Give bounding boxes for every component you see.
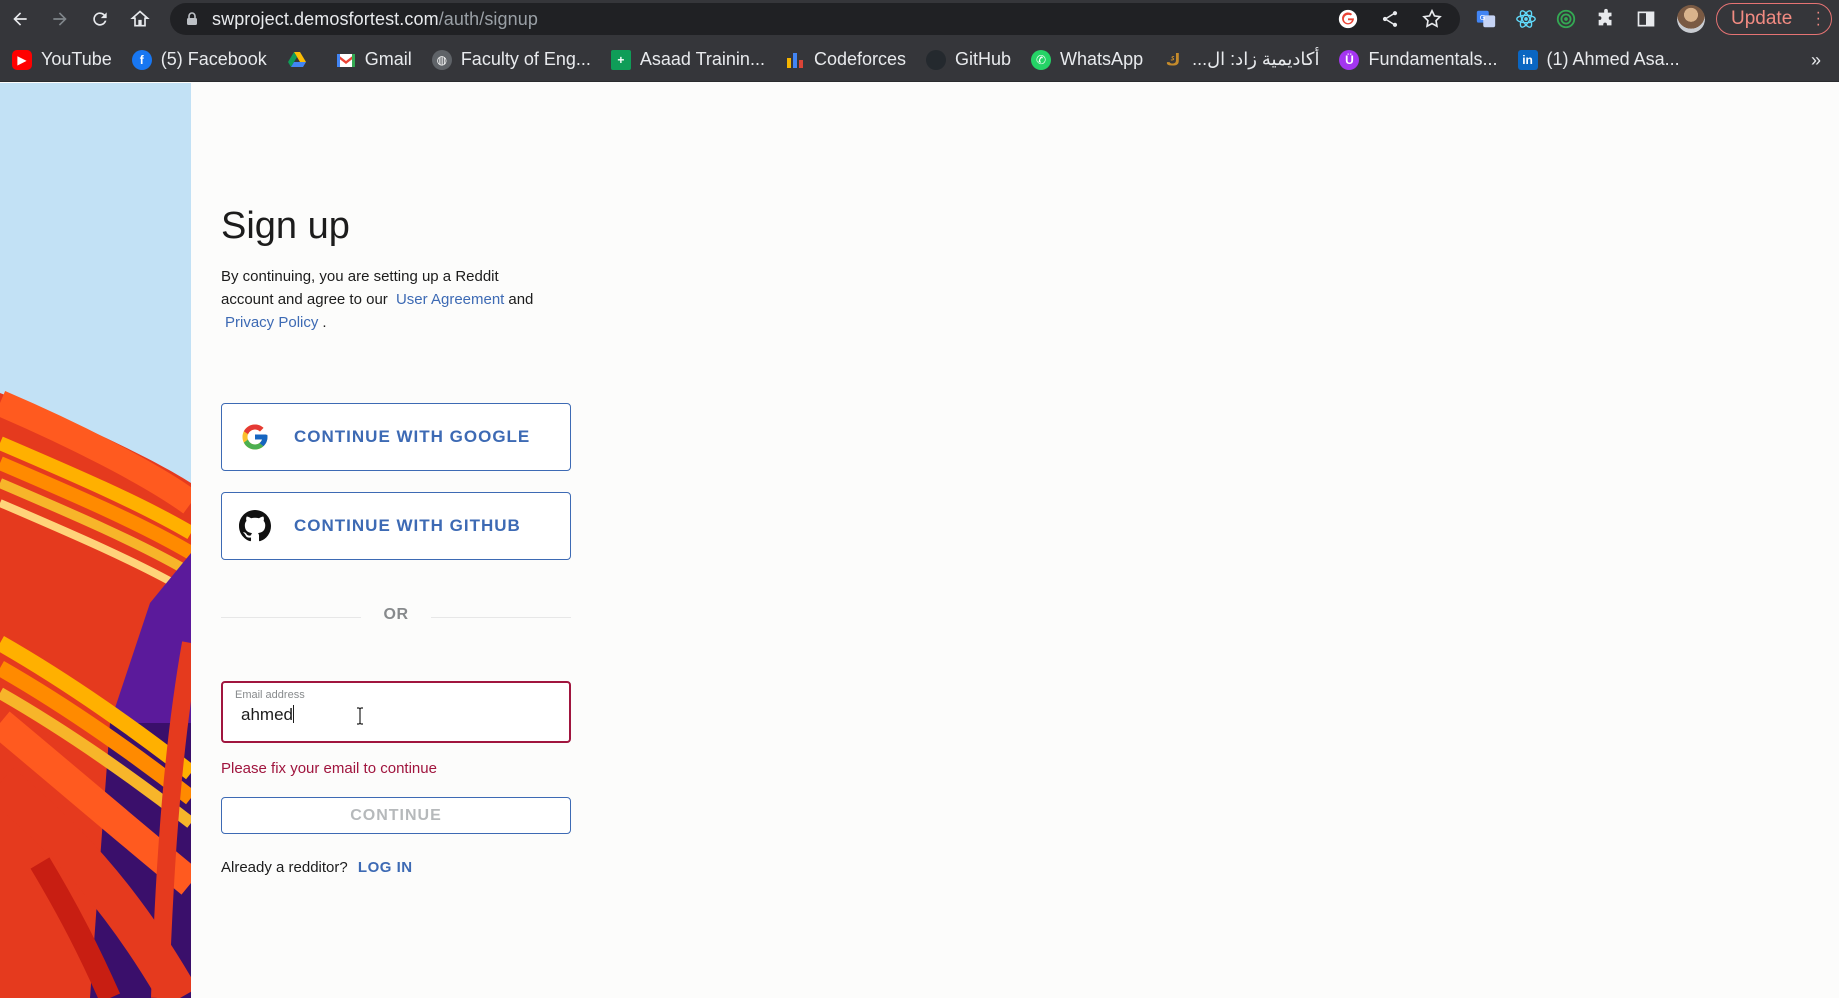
target-extension-icon[interactable] <box>1552 5 1580 33</box>
email-input-value: ahmed <box>241 705 293 724</box>
whatsapp-icon: ✆ <box>1031 49 1052 70</box>
email-field[interactable]: Email address ahmed <box>221 681 571 743</box>
youtube-icon: ▶ <box>12 49 32 70</box>
translate-extension-icon[interactable]: G <box>1472 5 1500 33</box>
log-in-link[interactable]: LOG IN <box>358 859 413 876</box>
bookmark-linkedin[interactable]: in (1) Ahmed Asa... <box>1517 49 1680 70</box>
bookmark-faculty[interactable]: ◍ Faculty of Eng... <box>431 49 591 70</box>
bookmark-github[interactable]: GitHub <box>926 49 1011 70</box>
bookmark-facebook[interactable]: f (5) Facebook <box>131 49 267 70</box>
or-divider: OR <box>221 606 571 630</box>
email-field-label: Email address <box>235 689 305 701</box>
profile-avatar[interactable] <box>1677 5 1705 33</box>
bookmark-fundamentals[interactable]: Ü Fundamentals... <box>1339 49 1498 70</box>
course-icon: Ü <box>1339 49 1360 70</box>
bookmark-label: Asaad Trainin... <box>639 49 765 69</box>
mouse-cursor-ibeam-icon <box>357 707 363 725</box>
google-lens-icon[interactable] <box>1336 7 1360 31</box>
login-prompt: Already a redditor? LOG IN <box>221 859 413 876</box>
share-icon[interactable] <box>1378 7 1402 31</box>
linkedin-icon: in <box>1517 49 1538 70</box>
github-button-label: CONTINUE WITH GITHUB <box>294 516 521 535</box>
continue-with-github-button[interactable]: CONTINUE WITH GITHUB <box>221 492 571 560</box>
update-button[interactable]: Update · · · <box>1716 3 1832 35</box>
google-icon <box>238 420 272 454</box>
bookmark-label: WhatsApp <box>1060 49 1144 69</box>
agreement-and: and <box>508 291 534 308</box>
bookmark-label: أكاديمية زاد: ال... <box>1192 49 1320 69</box>
facebook-icon: f <box>131 49 152 70</box>
reload-icon[interactable] <box>80 0 120 38</box>
bookmark-star-icon[interactable] <box>1420 7 1444 31</box>
agreement-period: . <box>322 314 327 331</box>
extensions-puzzle-icon[interactable] <box>1592 5 1620 33</box>
bookmarks-bar: ▶ YouTube f (5) Facebook Gmail ◍ Faculty… <box>0 38 1839 82</box>
google-drive-icon <box>287 50 307 70</box>
already-redditor-text: Already a redditor? <box>221 859 348 876</box>
bookmark-label: YouTube <box>41 49 112 69</box>
page-title: Sign up <box>221 205 350 247</box>
globe-icon: ◍ <box>431 49 452 70</box>
continue-button[interactable]: CONTINUE <box>221 797 571 834</box>
signup-side-artwork <box>0 83 191 998</box>
user-agreement-link[interactable]: User Agreement <box>396 291 504 308</box>
continue-with-google-button[interactable]: CONTINUE WITH GOOGLE <box>221 403 571 471</box>
browser-toolbar: swproject.demosfortest.com/auth/signup G <box>0 0 1839 38</box>
bookmark-label: Codeforces <box>813 49 907 69</box>
url-text: swproject.demosfortest.com/auth/signup <box>212 8 538 29</box>
bookmark-asaad[interactable]: + Asaad Trainin... <box>610 49 765 70</box>
github-icon <box>238 509 272 543</box>
react-devtools-icon[interactable] <box>1512 5 1540 33</box>
github-icon <box>926 49 947 70</box>
sheets-icon: + <box>610 49 631 70</box>
bookmark-label: Faculty of Eng... <box>460 49 591 69</box>
text-caret <box>292 705 294 723</box>
google-button-label: CONTINUE WITH GOOGLE <box>294 427 531 446</box>
svg-text:G: G <box>1480 13 1486 22</box>
bookmark-gmail[interactable]: Gmail <box>336 49 412 70</box>
privacy-policy-link[interactable]: Privacy Policy <box>225 314 318 331</box>
home-icon[interactable] <box>120 0 160 38</box>
bookmark-label: (1) Ahmed Asa... <box>1546 49 1680 69</box>
bookmark-youtube[interactable]: ▶ YouTube <box>12 49 112 70</box>
bookmark-whatsapp[interactable]: ✆ WhatsApp <box>1031 49 1143 70</box>
codeforces-icon <box>785 50 805 70</box>
zad-icon: ﻙ <box>1165 51 1181 69</box>
email-error-message: Please fix your email to continue <box>221 760 437 777</box>
email-input[interactable]: ahmed <box>241 705 294 725</box>
bookmark-label: (5) Facebook <box>160 49 267 69</box>
bookmark-label: GitHub <box>955 49 1012 69</box>
agreement-text: By continuing, you are setting up a Redd… <box>221 265 551 334</box>
bookmark-google-drive[interactable] <box>287 50 316 70</box>
bookmark-codeforces[interactable]: Codeforces <box>785 49 906 70</box>
bookmark-label: Gmail <box>364 49 412 69</box>
back-arrow-icon[interactable] <box>0 0 40 38</box>
forward-arrow-icon[interactable] <box>40 0 80 38</box>
bookmark-label: Fundamentals... <box>1368 49 1498 69</box>
bookmark-zad-academy[interactable]: ﻙ أكاديمية زاد: ال... <box>1163 49 1320 70</box>
side-panel-icon[interactable] <box>1632 5 1660 33</box>
or-label: OR <box>383 606 409 623</box>
bookmarks-overflow-icon[interactable]: » <box>1811 50 1821 71</box>
site-info-icon[interactable] <box>184 11 200 27</box>
gmail-icon <box>336 50 356 70</box>
address-bar[interactable]: swproject.demosfortest.com/auth/signup <box>170 3 1460 35</box>
more-menu-icon[interactable]: · · · <box>1816 5 1821 33</box>
